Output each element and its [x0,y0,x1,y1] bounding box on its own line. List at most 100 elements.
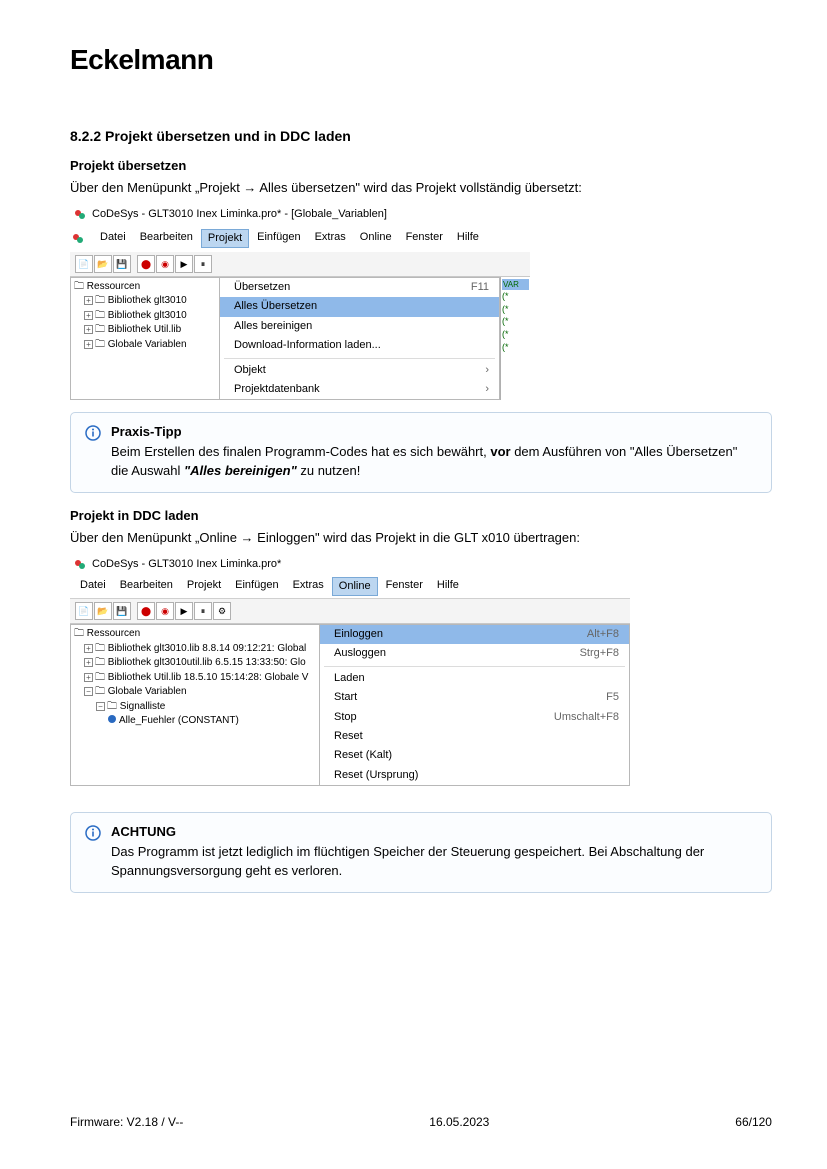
menu-item[interactable]: Bearbeiten [134,229,199,248]
menu-item[interactable]: Extras [309,229,352,248]
tree-item[interactable]: +🗀 Bibliothek glt3010 [74,309,216,324]
menu-item[interactable]: StopUmschalt+F8 [320,708,629,727]
tip-text: Beim Erstellen des finalen Programm-Code… [111,444,490,459]
tree-item[interactable]: +🗀 Bibliothek Util.lib [74,323,216,338]
toolbar-btn[interactable]: 📂 [94,255,112,273]
toolbar-btn[interactable]: ⬤ [137,602,155,620]
menu-item[interactable]: Online [354,229,398,248]
toolbar-btn[interactable]: ▶ [175,255,193,273]
app-icon-2 [72,232,85,245]
app-icon [74,208,87,221]
subheading-1: Projekt übersetzen [70,157,772,175]
menu-item[interactable]: Hilfe [431,577,465,596]
section-title: Projekt übersetzen und in DDC laden [105,128,351,144]
menu-item[interactable]: ÜbersetzenF11 [220,278,499,297]
tip-bolditalic: "Alles bereinigen" [184,463,297,478]
toolbar-btn[interactable]: ⏸ [194,602,212,620]
menu-item[interactable]: Online [332,577,378,596]
menu-item[interactable]: Projektdatenbank› [220,380,499,399]
menu-item[interactable]: Laden [320,669,629,688]
menu-item[interactable]: Einfügen [251,229,306,248]
tree-root: Ressourcen [87,628,140,639]
warn-title: ACHTUNG [111,823,757,841]
footer-firmware: Firmware: V2.18 / V-- [70,1114,183,1131]
praxis-tipp-callout: Praxis-Tipp Beim Erstellen des finalen P… [70,412,772,493]
tree-item[interactable]: −🗀 Signalliste [96,700,316,715]
info-icon [85,425,101,441]
toolbar-1[interactable]: 📄 📂 💾 ⬤ ◉ ▶ ⏸ [70,252,530,277]
screenshot-2: CoDeSys - GLT3010 Inex Liminka.pro* Date… [70,555,630,786]
menubar-1[interactable]: DateiBearbeitenProjektEinfügenExtrasOnli… [90,227,526,250]
toolbar-btn[interactable]: ◉ [156,602,174,620]
menu-item[interactable]: EinloggenAlt+F8 [320,625,629,644]
menu-item[interactable]: StartF5 [320,688,629,707]
toolbar-btn[interactable]: ▶ [175,602,193,620]
achtung-callout: ACHTUNG Das Programm ist jetzt lediglich… [70,812,772,893]
intro-2: Über den Menüpunkt „Online → Einloggen" … [70,529,772,547]
toolbar-btn[interactable]: ⏸ [194,255,212,273]
menu-item[interactable]: Reset (Kalt) [320,746,629,765]
footer-date: 16.05.2023 [429,1114,489,1131]
window-title-2: CoDeSys - GLT3010 Inex Liminka.pro* [92,557,281,572]
tip-body: Beim Erstellen des finalen Programm-Code… [111,443,757,479]
toolbar-btn[interactable]: 💾 [113,602,131,620]
brand-logo: Eckelmann [70,40,772,79]
page-footer: Firmware: V2.18 / V-- 16.05.2023 66/120 [70,1114,772,1131]
toolbar-btn[interactable]: ⚙ [213,602,231,620]
tree-1[interactable]: 🗀 Ressourcen +🗀 Bibliothek glt3010+🗀 Bib… [70,277,220,400]
menu-item[interactable]: Reset [320,727,629,746]
menu-item[interactable]: Extras [287,577,330,596]
intro-1: Über den Menüpunkt „Projekt → Alles über… [70,179,772,197]
menu-item[interactable]: Objekt› [220,361,499,380]
tree-root: Ressourcen [87,281,140,292]
menu-item[interactable]: Datei [74,577,112,596]
tip-title: Praxis-Tipp [111,423,757,441]
tree-item[interactable]: +🗀 Bibliothek glt3010.lib 8.8.14 09:12:2… [74,642,316,657]
toolbar-btn[interactable]: ⬤ [137,255,155,273]
folder-icon: 🗀 [74,628,84,639]
dropdown-online[interactable]: EinloggenAlt+F8AusloggenStrg+F8 LadenStar… [319,624,630,786]
tree-item[interactable]: +🗀 Bibliothek glt3010util.lib 6.5.15 13:… [74,656,316,671]
dropdown-projekt[interactable]: ÜbersetzenF11Alles ÜbersetzenAlles berei… [219,277,500,400]
menu-item[interactable]: Reset (Ursprung) [320,766,629,785]
tree-2[interactable]: 🗀 Ressourcen +🗀 Bibliothek glt3010.lib 8… [70,624,320,786]
tip-bold: vor [490,444,510,459]
toolbar-btn[interactable]: 💾 [113,255,131,273]
menu-item[interactable]: AusloggenStrg+F8 [320,644,629,663]
screenshot-1: CoDeSys - GLT3010 Inex Liminka.pro* - [G… [70,205,530,400]
menu-item[interactable]: Alles bereinigen [220,317,499,336]
menu-item[interactable]: Fenster [400,229,449,248]
toolbar-btn[interactable]: 📄 [75,255,93,273]
info-icon [85,825,101,841]
section-heading: 8.2.2 Projekt übersetzen und in DDC lade… [70,127,772,147]
menu-item[interactable]: Projekt [181,577,227,596]
tree-item[interactable]: +🗀 Bibliothek Util.lib 18.5.10 15:14:28:… [74,671,316,686]
menubar-2[interactable]: DateiBearbeitenProjektEinfügenExtrasOnli… [70,575,630,599]
toolbar-btn[interactable]: 📄 [75,602,93,620]
menu-item[interactable]: Hilfe [451,229,485,248]
toolbar-btn[interactable]: 📂 [94,602,112,620]
section-number: 8.2.2 [70,128,101,144]
tree-item[interactable]: +🗀 Globale Variablen [74,338,216,353]
tree-item[interactable]: Alle_Fuehler (CONSTANT) [96,714,316,729]
footer-page: 66/120 [735,1114,772,1131]
subheading-2: Projekt in DDC laden [70,507,772,525]
var-header: VAR [502,279,529,290]
toolbar-btn[interactable]: ◉ [156,255,174,273]
menu-item[interactable]: Fenster [380,577,429,596]
tree-item[interactable]: +🗀 Bibliothek glt3010 [74,294,216,309]
warn-body: Das Programm ist jetzt lediglich im flüc… [111,843,757,879]
menu-item[interactable]: Projekt [201,229,249,248]
toolbar-2[interactable]: 📄 📂 💾 ⬤ ◉ ▶ ⏸ ⚙ [70,599,630,624]
menu-item[interactable]: Einfügen [229,577,284,596]
menu-item[interactable]: Download-Information laden... [220,336,499,355]
window-title: CoDeSys - GLT3010 Inex Liminka.pro* - [G… [92,207,387,222]
menu-item[interactable]: Bearbeiten [114,577,179,596]
menu-item[interactable]: Alles Übersetzen [220,297,499,316]
tip-text: zu nutzen! [297,463,361,478]
folder-icon: 🗀 [74,281,84,292]
app-icon [74,558,87,571]
tree-item[interactable]: −🗀 Globale Variablen [74,685,316,700]
menu-item[interactable]: Datei [94,229,132,248]
editor-gutter: VAR (*(*(*(*(* [500,277,530,400]
